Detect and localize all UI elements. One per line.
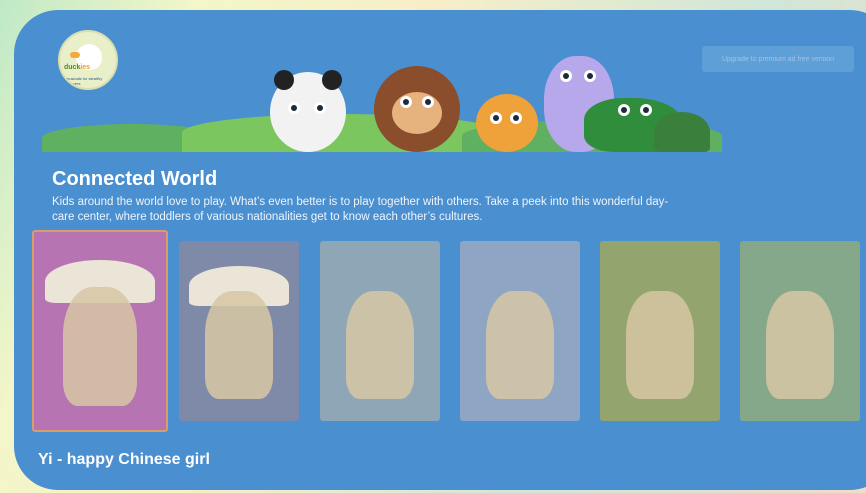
- character-thumb-4[interactable]: [460, 241, 580, 421]
- monkey-character: [374, 66, 460, 152]
- selected-character-name: Yi - happy Chinese girl: [38, 451, 210, 468]
- character-thumb-3[interactable]: [320, 241, 440, 421]
- upgrade-premium-button[interactable]: Upgrade to premium ad free version: [702, 46, 854, 72]
- character-thumb-5[interactable]: [600, 241, 720, 421]
- turtle-character: [654, 112, 710, 152]
- tiger-character: [476, 94, 538, 152]
- page-description: Kids around the world love to play. What…: [52, 196, 669, 223]
- page-title: Connected World: [52, 168, 218, 190]
- character-thumb-6[interactable]: [740, 241, 860, 421]
- character-carousel: [32, 230, 866, 432]
- app-logo[interactable]: duckies musicals for stealthy learners: [58, 30, 118, 90]
- panda-character: [270, 70, 346, 152]
- duck-beak-icon: [70, 52, 80, 58]
- logo-wordmark: duckies: [64, 64, 91, 71]
- logo-tagline: musicals for stealthy learners: [66, 76, 103, 86]
- character-thumb-1[interactable]: [32, 230, 168, 432]
- character-thumb-2[interactable]: [179, 241, 299, 421]
